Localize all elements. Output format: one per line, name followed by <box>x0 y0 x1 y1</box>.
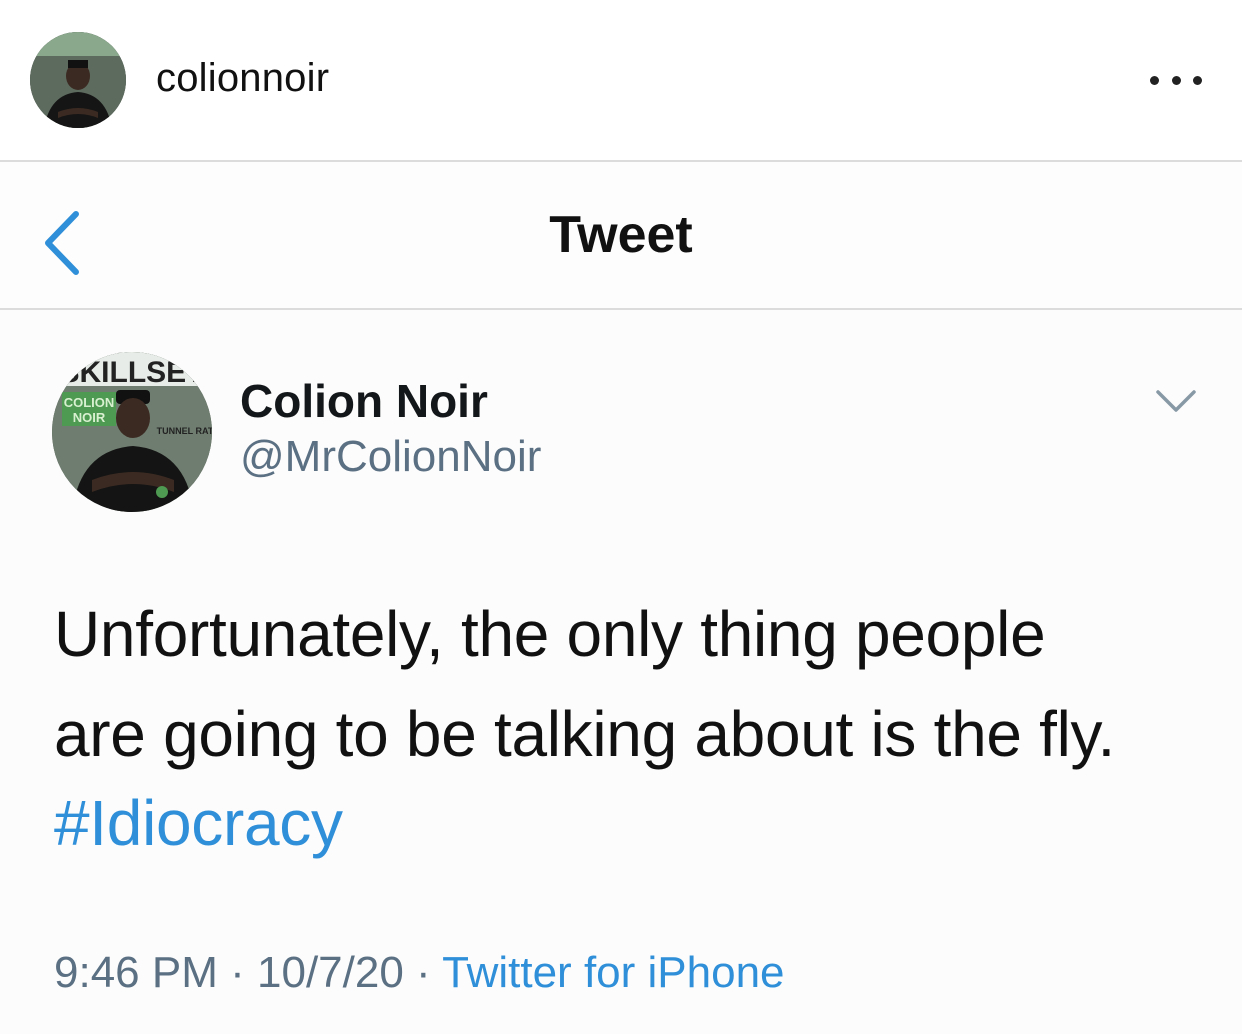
tweet-text: Unfortunately, the only thing people are… <box>54 584 1214 784</box>
tweet-meta: 9:46 PM · 10/7/20 · Twitter for iPhone <box>54 948 785 998</box>
cover-headline: TUNNEL RATS <box>157 426 212 436</box>
tweet-source-link[interactable]: Twitter for iPhone <box>442 948 784 997</box>
avatar-image: SKILLSET COLION NOIR TUNNEL RATS <box>52 352 212 512</box>
cover-name-line1: COLION <box>64 395 115 410</box>
avatar-image <box>30 32 126 128</box>
tweet-author-avatar[interactable]: SKILLSET COLION NOIR TUNNEL RATS <box>52 352 212 512</box>
display-name[interactable]: Colion Noir <box>240 374 488 428</box>
tweet-line: are going to be talking about is the fly… <box>54 698 1115 770</box>
tweet-line: Unfortunately, the only thing people <box>54 598 1046 670</box>
page-title: Tweet <box>549 206 693 264</box>
user-handle[interactable]: @MrColionNoir <box>240 432 541 482</box>
meta-separator: · <box>230 948 245 997</box>
hashtag-link[interactable]: #Idiocracy <box>54 786 343 860</box>
dot <box>1171 75 1181 85</box>
more-dots-icon[interactable] <box>1150 62 1202 98</box>
instagram-post-header: colionnoir <box>0 0 1242 160</box>
dot <box>1150 75 1159 85</box>
username[interactable]: colionnoir <box>156 56 329 101</box>
profile-avatar[interactable] <box>30 32 126 128</box>
tweet-time[interactable]: 9:46 PM <box>54 948 218 997</box>
caret-down-icon[interactable] <box>1154 386 1198 416</box>
meta-separator: · <box>416 948 431 997</box>
tweet-date[interactable]: 10/7/20 <box>257 948 404 997</box>
dot <box>1193 75 1202 85</box>
cover-name-line2: NOIR <box>73 410 106 425</box>
